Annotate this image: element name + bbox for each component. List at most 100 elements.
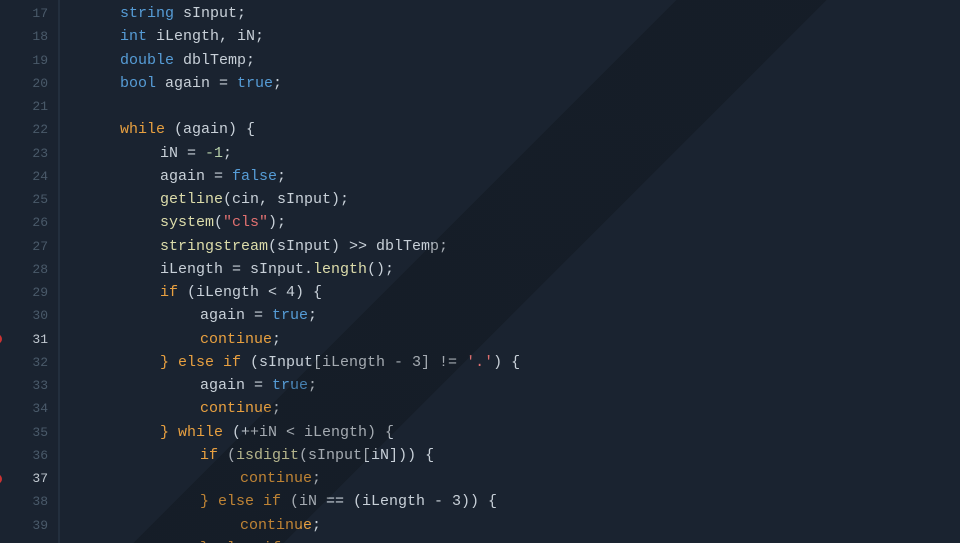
code-token: ); [268,214,286,231]
code-token: getline [160,191,223,208]
code-token: '.' [466,354,493,371]
line-number: 24 [0,165,48,188]
code-token: (again) { [165,121,255,138]
code-token: ; [308,377,317,394]
code-line: stringstream(sInput) >> dblTemp; [80,235,940,258]
code-token: ; [312,470,321,487]
code-token: bool [120,75,156,92]
code-token: ( [214,214,223,231]
line-number: 21 [0,95,48,118]
code-token: string [120,5,174,22]
breakpoint-icon [0,334,2,344]
code-line: } else if (iN == (iLength - 3)) { [80,490,940,513]
line-number: 23 [0,142,48,165]
code-token: continue [200,400,272,417]
code-token: double [120,52,174,69]
code-token: (); [367,261,394,278]
code-token: if [200,447,218,464]
code-line: if (iLength < 4) { [80,281,940,304]
line-number: 31 [0,328,48,351]
code-token: true [272,377,308,394]
code-token: again = [200,377,272,394]
line-number: 32 [0,351,48,374]
line-number: 35 [0,421,48,444]
line-number: 18 [0,25,48,48]
code-line: } else if (sInput[iLength - 3] != '.') { [80,351,940,374]
code-token: iLength, iN; [147,28,264,45]
code-token: ; [223,145,232,162]
code-token: dblTemp; [174,52,255,69]
code-line: continue; [80,397,940,420]
line-number: 38 [0,490,48,513]
line-number: 22□ [0,118,48,141]
code-line: getline(cin, sInput); [80,188,940,211]
code-line: } while (++iN < iLength) { [80,421,940,444]
line-number: 19 [0,49,48,72]
line-number: 28 [0,258,48,281]
code-token: sInput; [174,5,246,22]
code-token: ( [218,447,236,464]
code-area: string sInput;int iLength, iN;double dbl… [60,0,960,543]
code-line: bool again = true; [80,72,940,95]
code-token: system [160,214,214,231]
code-token: while [120,121,165,138]
code-editor: 171819202122□232425262728293031323334353… [0,0,960,543]
code-line: iLength = sInput.length(); [80,258,940,281]
code-token: stringstream [160,238,268,255]
line-number: 30 [0,304,48,327]
code-line: continue; [80,467,940,490]
line-number: 26 [0,211,48,234]
code-line: int iLength, iN; [80,25,940,48]
code-token: ; [273,75,282,92]
code-line: again = true; [80,304,940,327]
code-token: again = [160,168,232,185]
line-number: 40 [0,537,48,543]
code-token: (cin, sInput); [223,191,349,208]
code-token: (sInput[iLength - 3] != [241,354,466,371]
code-line: } else if... [80,537,940,543]
code-token: } while [160,424,223,441]
code-token: ; [277,168,286,185]
code-token: (sInput[iN])) { [299,447,434,464]
code-line [80,95,940,118]
code-token: false [232,168,277,185]
code-line: system("cls"); [80,211,940,234]
code-token: ; [272,331,281,348]
code-token: again = [200,307,272,324]
code-line: continue; [80,514,940,537]
code-token: continue [240,470,312,487]
code-token: iLength = sInput. [160,261,313,278]
code-token: -1 [205,145,223,162]
code-line: again = false; [80,165,940,188]
code-token: continue [200,331,272,348]
code-line: string sInput; [80,2,940,25]
code-token: true [237,75,273,92]
code-token: } else if [160,354,241,371]
line-number: 39 [0,514,48,537]
line-number: 20 [0,72,48,95]
code-token: ; [312,517,321,534]
line-number: 36 [0,444,48,467]
code-token: again = [156,75,237,92]
code-line: while (again) { [80,118,940,141]
code-token: (sInput) >> dblTemp; [268,238,448,255]
code-token: (iN == (iLength - 3)) { [281,493,497,510]
code-line: if (isdigit(sInput[iN])) { [80,444,940,467]
line-number: 33 [0,374,48,397]
code-token: length [313,261,367,278]
code-token: (iLength < 4) { [178,284,322,301]
line-number: 37 [0,467,48,490]
code-token: isdigit [236,447,299,464]
line-number: 25 [0,188,48,211]
code-line: continue; [80,328,940,351]
code-token: (++iN < iLength) { [223,424,394,441]
line-numbers: 171819202122□232425262728293031323334353… [0,0,60,543]
code-token: "cls" [223,214,268,231]
code-token: continue [240,517,312,534]
code-token: ; [308,307,317,324]
breakpoint-icon [0,474,2,484]
code-token: true [272,307,308,324]
code-token: if [160,284,178,301]
code-line: iN = -1; [80,142,940,165]
code-token: iN = [160,145,205,162]
